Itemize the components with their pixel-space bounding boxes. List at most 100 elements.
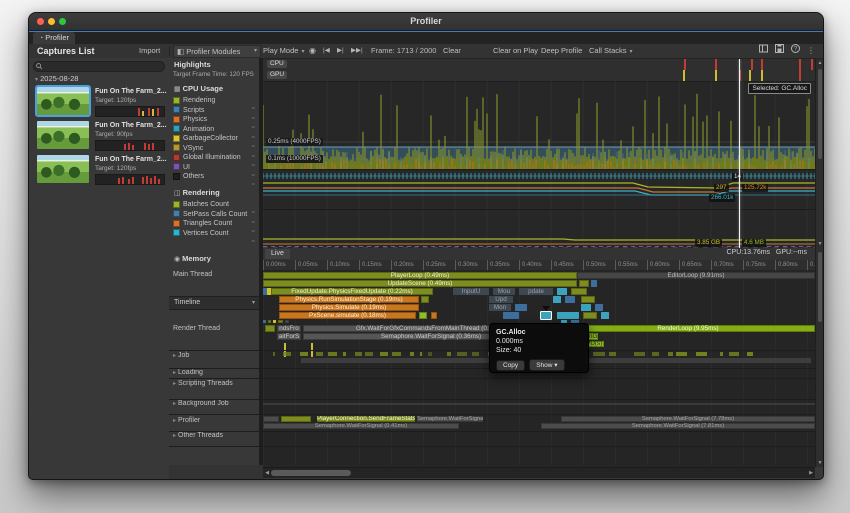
scroll-down-icon[interactable]: ▼ — [816, 460, 823, 466]
frame-marker[interactable] — [715, 70, 717, 81]
timeline-span[interactable] — [553, 296, 561, 303]
timeline-span[interactable]: Mon — [489, 304, 511, 311]
timeline-span[interactable]: InputU — [453, 288, 489, 295]
scroll-left-icon[interactable]: ◀ — [263, 468, 271, 478]
copy-button[interactable]: Copy — [496, 360, 526, 371]
timeline-span[interactable]: ndsFro — [277, 325, 301, 332]
disclosure-icon[interactable]: ▸ — [173, 418, 176, 424]
legend-item-ui[interactable]: UI = — [173, 163, 257, 179]
frame-marker[interactable] — [684, 59, 686, 70]
clear-on-play-button[interactable]: Clear on Play — [489, 44, 542, 58]
timeline-span[interactable]: RenderLoop (9.95ms) — [561, 325, 815, 332]
legend-item-triangles-count[interactable]: Triangles Count = — [173, 219, 257, 235]
disclosure-icon[interactable]: ▸ — [173, 381, 176, 387]
legend-item-animation[interactable]: Animation = — [173, 125, 257, 141]
help-icon[interactable]: ? — [791, 44, 800, 58]
legend-item-scripts[interactable]: Scripts = — [173, 106, 257, 122]
legend-item-batches-count[interactable]: Batches Count = — [173, 200, 257, 216]
thread-row-other-threads[interactable]: ▸ Other Threads — [173, 432, 223, 439]
kebab-menu-icon[interactable]: ⋮ — [807, 44, 815, 58]
legend-item-garbagecollector[interactable]: GarbageCollector = — [173, 134, 257, 150]
import-button[interactable]: Import — [139, 44, 160, 58]
timeline-span[interactable]: EditorLoop (9.91ms) — [577, 272, 815, 279]
timeline-span[interactable] — [565, 296, 575, 303]
timeline-span[interactable] — [265, 325, 275, 332]
search-input[interactable] — [33, 61, 165, 72]
timeline-span[interactable] — [273, 320, 276, 323]
legend-item-vertices-count[interactable]: Vertices Count = — [173, 229, 257, 245]
timeline-view-dropdown[interactable]: Timeline ▾ — [169, 296, 263, 310]
disclosure-icon[interactable]: ▸ — [173, 370, 176, 376]
disclosure-icon[interactable]: ▸ — [173, 433, 176, 439]
timeline-span[interactable] — [515, 304, 527, 311]
show-dropdown-button[interactable]: Show ▾ — [529, 359, 565, 371]
capture-item[interactable]: Fun On The Farm_2... Target: 120fps — [29, 85, 169, 119]
play-mode-dropdown[interactable]: Play Mode ▾ — [263, 44, 304, 58]
timeline-span[interactable]: Semaphore.WaitForSignal (7.81ms) — [541, 423, 815, 429]
timeline-hscrollbar[interactable]: ◀ ▶ — [263, 467, 815, 478]
current-frame-icon[interactable]: ▶▶| — [351, 44, 363, 58]
clear-button[interactable]: Clear — [439, 44, 465, 58]
timeline-span[interactable]: Semaphore.WaitForSignal (0.41ms) — [263, 423, 459, 429]
timeline-span[interactable]: aitForS — [277, 333, 301, 340]
thread-row-profiler[interactable]: ▸ Profiler — [173, 417, 200, 424]
legend-item-physics[interactable]: Physics = — [173, 115, 257, 131]
legend-item-setpass-calls-count[interactable]: SetPass Calls Count = — [173, 210, 257, 226]
scrollbar-thumb[interactable] — [818, 69, 822, 159]
frame-marker[interactable] — [761, 59, 763, 70]
timeline-span[interactable]: Semaphore.WaitForSignal (0.13ms) — [417, 416, 483, 422]
timeline-span[interactable]: pdate — [519, 288, 553, 295]
timeline-span[interactable] — [595, 304, 603, 311]
timeline-span[interactable] — [285, 320, 289, 323]
frame-marker[interactable] — [749, 70, 751, 81]
thread-row-render-thread[interactable]: Render Thread — [173, 325, 220, 332]
scroll-down-icon[interactable]: ▼ — [816, 241, 823, 247]
timeline-span[interactable] — [581, 296, 595, 303]
save-icon[interactable] — [775, 44, 784, 58]
thread-row-loading[interactable]: ▸ Loading — [173, 369, 203, 376]
timeline-span[interactable]: UpdateScene (0.49ms) — [263, 280, 577, 287]
scrollbar-thumb[interactable] — [271, 470, 351, 476]
charts-area[interactable]: CPU GPU 0.25ms (4000FPS) 0.1ms (10000FPS… — [263, 59, 815, 248]
thread-row-main-thread[interactable]: Main Thread — [173, 271, 212, 278]
legend-item-others[interactable]: Others = — [173, 172, 257, 188]
profiler-modules-dropdown[interactable]: ◧ Profiler Modules ▾ — [173, 45, 261, 58]
legend-item-global-illumination[interactable]: Global Illumination = — [173, 153, 257, 169]
timeline-span[interactable]: Physics.RunSimulationStage (0.19ms) — [279, 296, 419, 303]
timeline-span[interactable]: Semaphore.WaitForSignal (7.78ms) — [561, 416, 815, 422]
timeline-span[interactable] — [419, 312, 427, 319]
memory-chart[interactable] — [263, 209, 815, 248]
timeline-span[interactable] — [571, 288, 587, 295]
timeline-span[interactable] — [431, 312, 437, 319]
timeline-span[interactable] — [268, 320, 271, 323]
timeline-span[interactable] — [263, 416, 279, 422]
timeline-span[interactable]: PlayerConnection.SendFrameStatsData (0.0 — [317, 416, 415, 422]
timeline-span[interactable] — [601, 312, 609, 319]
frame-marker[interactable] — [761, 70, 763, 81]
timeline-span[interactable] — [263, 320, 266, 323]
legend-item-rendering[interactable]: Rendering = — [173, 96, 257, 112]
thread-row-scripting-threads[interactable]: ▸ Scripting Threads — [173, 380, 233, 387]
timeline-span[interactable] — [557, 312, 579, 319]
frame-marker[interactable] — [751, 59, 753, 70]
scrollbar-thumb[interactable] — [818, 252, 822, 322]
timeline-span[interactable]: Physics.Simulate (0.19ms) — [279, 304, 419, 311]
call-stacks-dropdown[interactable]: Call Stacks ▾ — [585, 44, 637, 58]
timeline-span[interactable] — [581, 304, 591, 311]
disclosure-icon[interactable]: ▸ — [173, 401, 176, 407]
titlebar[interactable]: Profiler — [29, 13, 823, 31]
deep-profile-button[interactable]: Deep Profile — [537, 44, 586, 58]
timeline-span[interactable]: PlayerLoop (0.49ms) — [263, 272, 577, 279]
columns-icon[interactable] — [759, 44, 768, 58]
scroll-up-icon[interactable]: ▲ — [816, 60, 823, 66]
capture-item[interactable]: Fun On The Farm_2... Target: 120fps — [29, 153, 169, 187]
cpu-usage-chart[interactable] — [263, 81, 815, 174]
timeline-span[interactable] — [278, 320, 283, 323]
frame-marker[interactable] — [683, 70, 685, 81]
capture-item[interactable]: Fun On The Farm_2... Target: 90fps — [29, 119, 169, 153]
timeline-span[interactable]: Upd — [489, 296, 513, 303]
timeline-span[interactable]: FixedUpdate.PhysicsFixedUpdate (0.22ms) — [271, 288, 433, 295]
tab-profiler[interactable]: ◔ Profiler — [33, 32, 75, 44]
frame-marker[interactable] — [799, 59, 801, 70]
target-frame-time-dropdown[interactable]: Target Frame Time: 120 FPS ▾ — [173, 71, 262, 78]
